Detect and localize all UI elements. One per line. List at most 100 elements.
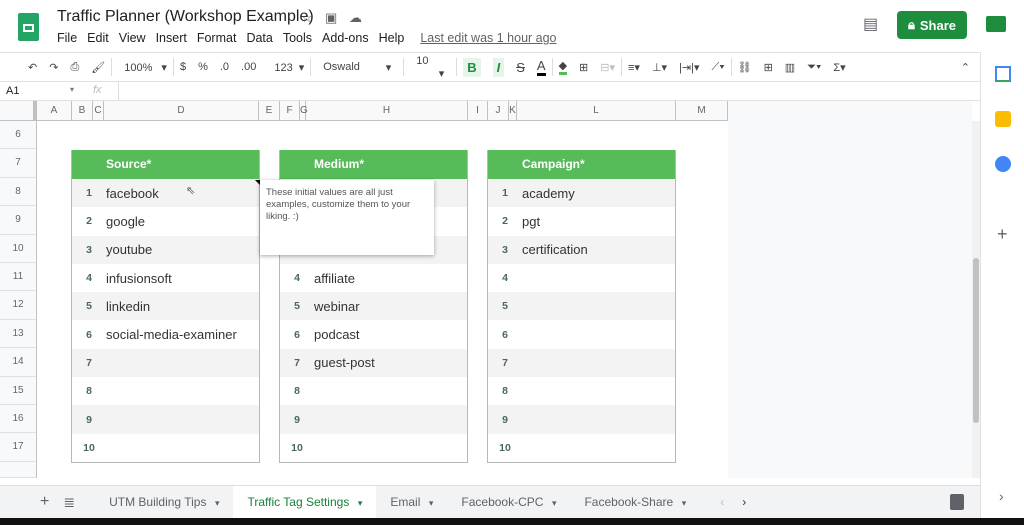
font-select[interactable]: Oswald ▾ — [317, 61, 397, 74]
cell-value[interactable]: google — [106, 214, 145, 229]
cell-value[interactable]: facebook — [106, 186, 159, 201]
chart-icon[interactable]: ▥ — [785, 61, 795, 74]
table-row[interactable]: 2 google — [72, 207, 259, 236]
table-row[interactable]: 5 — [488, 292, 675, 321]
add-sheet-icon[interactable]: + — [40, 493, 49, 511]
table-row[interactable]: 9 — [280, 405, 467, 434]
chevron-down-icon[interactable]: ▾ — [549, 498, 557, 508]
chevron-down-icon[interactable]: ▾ — [679, 498, 687, 508]
increase-decimal-button[interactable]: .00 — [241, 61, 256, 73]
table-row[interactable]: 9 — [72, 405, 259, 434]
select-all-corner[interactable] — [0, 101, 37, 121]
cell-value[interactable]: certification — [522, 242, 588, 257]
undo-icon[interactable]: ↶ — [28, 61, 37, 74]
more-formats-button[interactable]: 123 ▾ — [268, 61, 304, 74]
table-row[interactable]: 4 infusionsoft — [72, 263, 259, 293]
filter-icon[interactable]: ⏷▾ — [807, 61, 821, 74]
table-row[interactable]: 8 — [280, 377, 467, 406]
cell-value[interactable]: academy — [522, 186, 575, 201]
table-row[interactable]: 4 — [488, 263, 675, 293]
all-sheets-icon[interactable]: ≣ — [63, 494, 75, 511]
table-row[interactable]: 9 — [488, 405, 675, 434]
cell-value[interactable]: webinar — [314, 299, 360, 314]
cell-value[interactable]: linkedin — [106, 299, 150, 314]
tasks-icon[interactable] — [995, 156, 1011, 172]
merge-cells-icon[interactable]: ⊟▾ — [600, 61, 615, 74]
add-addon-icon[interactable]: + — [997, 224, 1008, 245]
cloud-status-icon[interactable]: ☁ — [349, 10, 362, 26]
cell-value[interactable]: social-media-examiner — [106, 327, 237, 342]
chevron-down-icon[interactable]: ▾ — [212, 498, 220, 508]
chevron-down-icon[interactable]: ▾ — [70, 85, 74, 94]
cell-value[interactable]: youtube — [106, 242, 152, 257]
row-header-15[interactable]: 15 — [0, 376, 37, 405]
scrollbar-thumb[interactable] — [973, 258, 979, 423]
table-row[interactable]: 10 — [72, 433, 259, 462]
text-wrap-icon[interactable]: |⇥|▾ — [679, 61, 699, 74]
fill-color-icon[interactable]: ◆ — [558, 59, 568, 75]
last-edit-link[interactable]: Last edit was 1 hour ago — [420, 31, 556, 45]
borders-icon[interactable]: ⊞ — [579, 61, 588, 74]
zoom-select[interactable]: 100% ▾ — [118, 61, 167, 74]
sheet-tab[interactable]: Facebook-CPC ▾ — [447, 486, 570, 519]
row-header-7[interactable]: 7 — [0, 149, 37, 178]
column-header-K[interactable]: K — [509, 101, 517, 121]
menu-add-ons[interactable]: Add-ons — [322, 31, 369, 45]
menu-view[interactable]: View — [119, 31, 146, 45]
table-row[interactable]: 1 academy — [488, 179, 675, 208]
move-folder-icon[interactable]: ▣ — [325, 10, 337, 26]
meet-icon[interactable] — [986, 16, 1006, 32]
collapse-toolbar-icon[interactable]: ⌃ — [961, 61, 970, 74]
table-row[interactable]: 8 — [488, 377, 675, 406]
italic-button[interactable]: I — [492, 57, 505, 77]
table-row[interactable]: 4 affiliate — [280, 263, 467, 293]
currency-button[interactable]: $ — [180, 61, 186, 73]
menu-edit[interactable]: Edit — [87, 31, 109, 45]
row-header-11[interactable]: 11 — [0, 263, 37, 292]
menu-file[interactable]: File — [57, 31, 77, 45]
sheets-logo[interactable] — [18, 13, 39, 41]
sheet-tab[interactable]: Email ▾ — [376, 486, 447, 519]
table-row[interactable]: 3 certification — [488, 235, 675, 264]
chevron-down-icon[interactable]: ▾ — [355, 498, 363, 508]
cell-value[interactable]: podcast — [314, 327, 360, 342]
comment-icon[interactable]: ⊞ — [764, 61, 773, 74]
row-header-9[interactable]: 9 — [0, 206, 37, 235]
row-header-10[interactable]: 10 — [0, 234, 37, 263]
table-row[interactable]: 6 podcast — [280, 320, 467, 349]
comments-icon[interactable]: ▤ — [863, 14, 878, 34]
column-header-H[interactable]: H — [306, 101, 468, 121]
table-row[interactable]: 10 — [280, 433, 467, 462]
column-header-I[interactable]: I — [468, 101, 488, 121]
paint-format-icon[interactable]: 🖌︎ — [91, 61, 105, 74]
sheet-tab[interactable]: UTM Building Tips ▾ — [95, 486, 233, 519]
menu-data[interactable]: Data — [246, 31, 272, 45]
menu-tools[interactable]: Tools — [283, 31, 312, 45]
row-header-8[interactable]: 8 — [0, 177, 37, 207]
formula-input[interactable] — [118, 82, 978, 100]
table-row[interactable]: 5 linkedin — [72, 292, 259, 321]
menu-format[interactable]: Format — [197, 31, 237, 45]
column-header-L[interactable]: L — [517, 101, 676, 121]
column-header-C[interactable]: C — [93, 101, 104, 121]
row-header-17[interactable]: 17 — [0, 433, 37, 462]
cell-value[interactable]: infusionsoft — [106, 271, 172, 286]
align-icon[interactable]: ≡▾ — [628, 61, 640, 74]
table-row[interactable]: 7 — [488, 348, 675, 378]
row-header-14[interactable]: 14 — [0, 348, 37, 377]
print-icon[interactable]: ⎙ — [70, 61, 79, 74]
cell-value[interactable]: guest-post — [314, 355, 375, 370]
text-color-button[interactable]: A — [536, 58, 546, 76]
font-size-select[interactable]: 10 ▾ — [410, 55, 450, 80]
row-header-6[interactable]: 6 — [0, 121, 37, 150]
table-row[interactable]: 1 facebook — [72, 179, 259, 208]
column-header-M[interactable]: M — [676, 101, 728, 121]
table-row[interactable]: 6 — [488, 320, 675, 349]
keep-icon[interactable] — [995, 111, 1011, 127]
row-header-16[interactable]: 16 — [0, 405, 37, 434]
column-header-A[interactable]: A — [37, 101, 72, 121]
star-icon[interactable]: ☆ — [301, 10, 313, 26]
table-row[interactable]: 5 webinar — [280, 292, 467, 321]
decrease-decimal-button[interactable]: .0 — [220, 61, 229, 73]
table-row[interactable]: 6 social-media-examiner — [72, 320, 259, 349]
